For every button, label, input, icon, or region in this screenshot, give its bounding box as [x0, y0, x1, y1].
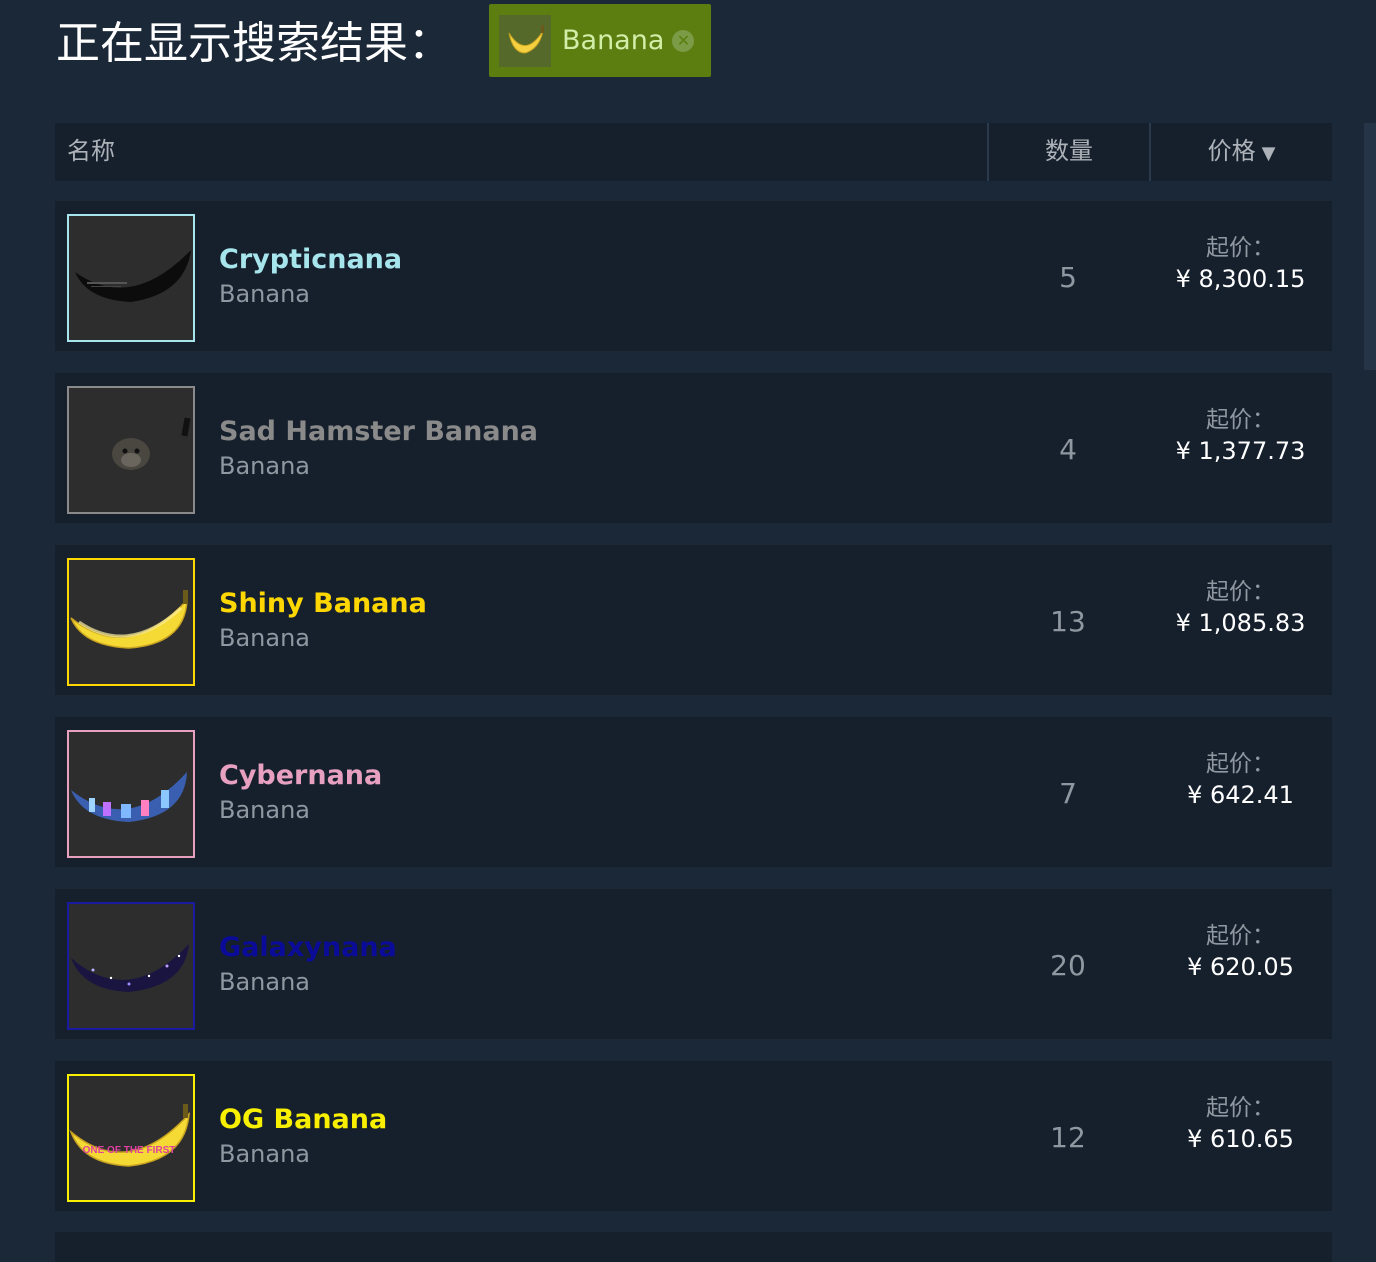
item-price: ¥ 1,085.83 — [1175, 609, 1306, 637]
item-name[interactable]: Galaxynana — [219, 931, 397, 965]
hamster-icon — [67, 386, 195, 514]
price-label: 起价： — [1206, 235, 1275, 261]
sort-desc-triangle-icon: ▼ — [1261, 143, 1276, 164]
price-label: 起价： — [1206, 923, 1275, 949]
column-header-price[interactable]: 价格 ▼ — [1149, 123, 1332, 181]
table-row[interactable]: Cybernana Banana 7 起价： ¥ 642.41 — [55, 717, 1332, 867]
close-circle-icon[interactable]: ✕ — [672, 29, 695, 52]
item-game-name: Banana — [219, 452, 311, 480]
item-price: ¥ 642.41 — [1187, 781, 1294, 809]
item-quantity: 20 — [1050, 949, 1086, 982]
item-game-name: Banana — [219, 968, 311, 996]
item-quantity: 5 — [1059, 261, 1077, 294]
column-header-price-label: 价格 — [1207, 137, 1256, 165]
item-game-name: Banana — [219, 280, 311, 308]
item-game-name: Banana — [219, 796, 311, 824]
column-header-name[interactable]: 名称 — [67, 123, 115, 181]
item-quantity: 4 — [1059, 433, 1077, 466]
item-game-name: Banana — [219, 1140, 311, 1168]
item-name[interactable]: Cybernana — [219, 759, 382, 793]
price-label: 起价： — [1206, 579, 1275, 605]
page-title: 正在显示搜索结果： — [56, 18, 452, 69]
item-quantity: 12 — [1050, 1121, 1086, 1154]
price-label: 起价： — [1206, 751, 1275, 777]
item-game-name: Banana — [219, 624, 311, 652]
item-name[interactable]: OG Banana — [219, 1103, 387, 1137]
table-row[interactable]: Crypticnana Banana 5 起价： ¥ 8,300.15 — [55, 201, 1332, 351]
table-row[interactable]: Shiny Banana Banana 13 起价： ¥ 1,085.83 — [55, 545, 1332, 695]
item-name[interactable]: Sad Hamster Banana — [219, 415, 538, 449]
item-quantity: 13 — [1050, 605, 1086, 638]
market-search-page: 正在显示搜索结果： Banana ✕ 名称 数量 价格 ▼ Crypticnan… — [0, 0, 1376, 1262]
table-row[interactable]: Galaxynana Banana 20 起价： ¥ 620.05 — [55, 889, 1332, 1039]
table-row[interactable] — [55, 1232, 1332, 1262]
cyber-banana-icon — [67, 730, 195, 858]
filter-tag-label: Banana — [562, 25, 665, 56]
item-price: ¥ 8,300.15 — [1175, 265, 1306, 293]
item-price: ¥ 620.05 — [1187, 953, 1294, 981]
filter-tag-banana[interactable]: Banana ✕ — [489, 4, 711, 77]
table-header: 名称 数量 价格 ▼ — [55, 123, 1332, 181]
yellow-banana-icon — [67, 558, 195, 686]
item-name[interactable]: Crypticnana — [219, 243, 402, 277]
item-price: ¥ 610.65 — [1187, 1125, 1294, 1153]
item-name[interactable]: Shiny Banana — [219, 587, 427, 621]
banana-icon — [499, 14, 551, 67]
scrollbar[interactable] — [1364, 123, 1376, 370]
galaxy-banana-icon — [67, 902, 195, 1030]
item-price: ¥ 1,377.73 — [1175, 437, 1306, 465]
price-label: 起价： — [1206, 1095, 1275, 1121]
og-banana-icon: ONE OF THE FIRST — [67, 1074, 195, 1202]
price-label: 起价： — [1206, 407, 1275, 433]
table-row[interactable]: ONE OF THE FIRST OG Banana Banana 12 起价：… — [55, 1061, 1332, 1211]
column-header-quantity[interactable]: 数量 — [987, 123, 1149, 181]
item-quantity: 7 — [1059, 777, 1077, 810]
og-banana-stamp-text: ONE OF THE FIRST — [83, 1145, 176, 1156]
black-banana-icon — [67, 214, 195, 342]
table-row[interactable]: Sad Hamster Banana Banana 4 起价： ¥ 1,377.… — [55, 373, 1332, 523]
